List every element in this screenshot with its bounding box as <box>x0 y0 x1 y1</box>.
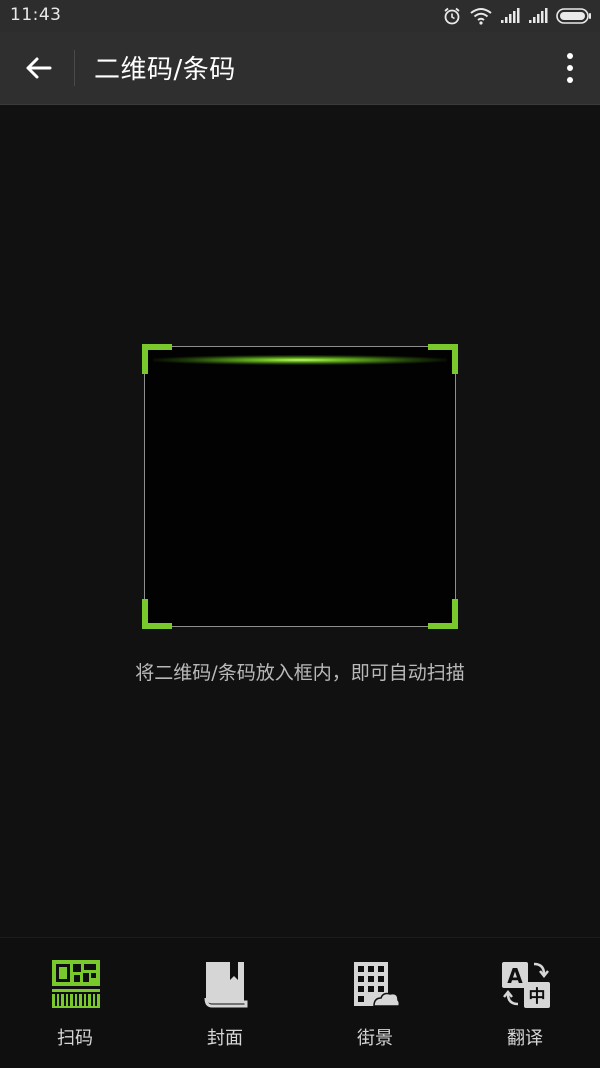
signal-icon <box>500 8 520 24</box>
bottom-tab-bar: 扫码 封面 街景 A 中 翻译 <box>0 937 600 1068</box>
tab-street-view[interactable]: 街景 <box>300 938 450 1068</box>
tab-scan-code[interactable]: 扫码 <box>0 938 150 1068</box>
battery-icon <box>556 8 592 24</box>
svg-text:中: 中 <box>529 986 546 1007</box>
tab-label: 扫码 <box>57 1028 93 1049</box>
translate-icon: A 中 <box>502 962 550 1008</box>
signal-icon-2 <box>528 8 548 24</box>
tab-label: 翻译 <box>507 1028 543 1049</box>
book-icon <box>204 962 248 1008</box>
qr-barcode-icon <box>52 960 100 1008</box>
svg-text:A: A <box>507 964 523 988</box>
scan-frame <box>142 344 458 629</box>
scan-hint: 将二维码/条码放入框内，即可自动扫描 <box>135 662 465 684</box>
scan-corner-bottom-left <box>142 599 172 629</box>
street-building-icon <box>354 962 401 1007</box>
tab-cover[interactable]: 封面 <box>150 938 300 1068</box>
app-bar: 二维码/条码 <box>0 32 600 105</box>
page-title: 二维码/条码 <box>94 55 236 85</box>
tab-label: 封面 <box>207 1028 243 1049</box>
more-options-button[interactable] <box>558 48 582 88</box>
app-bar-divider <box>74 50 75 86</box>
status-icons <box>442 4 592 28</box>
status-time: 11:43 <box>10 5 62 25</box>
alarm-icon <box>442 6 462 26</box>
wifi-icon <box>470 7 492 25</box>
back-arrow-icon <box>26 57 52 79</box>
scan-line <box>153 355 447 365</box>
status-bar: 11:43 <box>0 0 600 32</box>
scan-corner-bottom-right <box>428 599 458 629</box>
tab-translate[interactable]: A 中 翻译 <box>450 938 600 1068</box>
back-button[interactable] <box>18 50 58 86</box>
more-vertical-icon <box>567 53 573 83</box>
tab-label: 街景 <box>357 1028 393 1049</box>
